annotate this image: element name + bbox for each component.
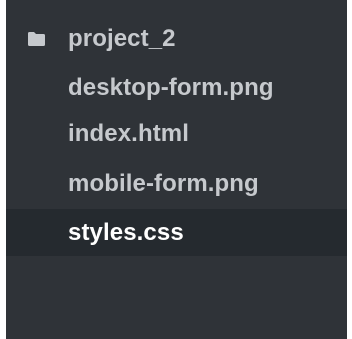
file-name: index.html <box>68 119 190 147</box>
file-item-desktop-form[interactable]: desktop-form.png <box>6 63 347 112</box>
folder-row-project-2[interactable]: project_2 <box>6 14 347 63</box>
file-name: desktop-form.png <box>68 73 274 101</box>
file-name: mobile-form.png <box>68 169 259 197</box>
file-item-mobile-form[interactable]: mobile-form.png <box>6 159 347 208</box>
file-name: styles.css <box>68 218 184 246</box>
folder-icon <box>27 31 46 47</box>
file-item-index-html[interactable]: index.html <box>6 109 347 158</box>
folder-name: project_2 <box>68 24 176 52</box>
file-tree-panel: project_2 desktop-form.png index.html mo… <box>6 0 347 339</box>
file-item-styles-css[interactable]: styles.css <box>6 209 347 256</box>
